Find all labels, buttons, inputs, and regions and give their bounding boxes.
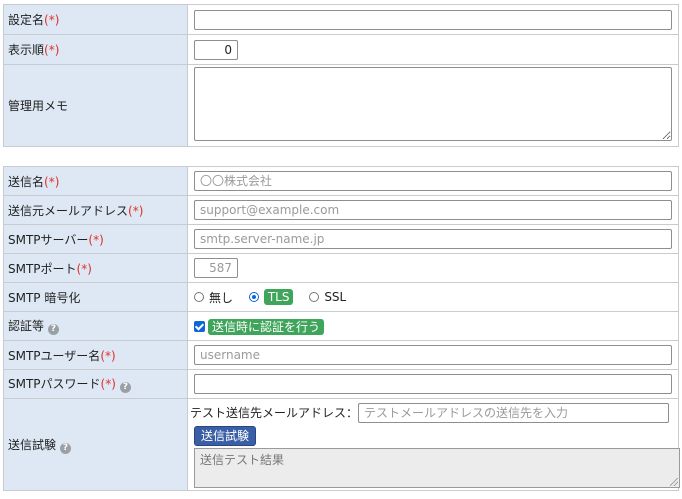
question-circle-icon[interactable]: ? [60,442,72,454]
required-mark: (*) [44,174,60,189]
encryption-option-none[interactable]: 無し [194,289,233,306]
setting-name-cell [187,4,679,35]
encryption-option-ssl[interactable]: SSL [309,290,346,304]
sender-address-label-cell: 送信元メールアドレス(*) [3,195,188,225]
checkbox-checked-icon[interactable] [194,320,205,332]
smtp-port-label: SMTPポート [8,261,77,276]
encryption-option-ssl-label: SSL [324,290,347,304]
memo-row: 管理用メモ [3,64,679,147]
auth-row: 認証等? 送信時に認証を行う [3,311,679,341]
radio-unselected-icon[interactable] [309,292,320,302]
smtp-port-label-cell: SMTPポート(*) [3,253,188,283]
required-mark: (*) [100,377,116,391]
encryption-option-tls[interactable]: TLS [248,289,294,305]
smtp-user-row: SMTPユーザー名(*) [3,340,679,370]
encryption-label: SMTP 暗号化 [8,290,81,305]
setting-name-label: 設定名 [8,13,45,27]
memo-label: 管理用メモ [8,99,69,113]
smtp-server-row: SMTPサーバー(*) [3,224,679,254]
required-mark: (*) [100,348,116,363]
smtp-user-label: SMTPユーザー名 [8,348,101,363]
memo-cell [187,64,679,147]
setting-name-input[interactable] [194,9,672,30]
required-mark: (*) [128,203,144,218]
order-input[interactable] [194,39,238,60]
smtp-user-cell [187,340,679,370]
sender-name-label: 送信名 [8,174,45,189]
smtp-password-label-cell: SMTPパスワード(*)? [3,369,188,399]
encryption-label-cell: SMTP 暗号化 [3,282,188,312]
smtp-user-label-cell: SMTPユーザー名(*) [3,340,188,370]
question-circle-icon[interactable]: ? [119,382,131,393]
auth-label: 認証等 [8,319,45,333]
smtp-password-cell [187,369,679,399]
smtp-user-input[interactable] [194,345,672,365]
smtp-server-input[interactable] [194,229,672,249]
sender-address-cell [187,195,679,225]
sender-address-label: 送信元メールアドレス [8,203,129,218]
send-test-row: 送信試験? テスト送信先メールアドレス： 送信試験 送信テスト結果 [3,398,680,491]
sender-address-input[interactable] [194,200,672,220]
test-address-line: テスト送信先メールアドレス： [190,402,678,424]
basic-settings-table: 設定名(*) 表示順(*) 管理用メモ [3,4,679,147]
sender-name-row: 送信名(*) [3,166,679,196]
setting-name-row: 設定名(*) [3,4,679,35]
required-mark: (*) [44,43,60,57]
encryption-option-none-label: 無し [209,290,234,305]
smtp-port-row: SMTPポート(*) [3,253,679,283]
sender-name-input[interactable] [194,171,672,191]
order-row: 表示順(*) [3,34,679,65]
send-test-label-cell: 送信試験? [3,398,188,491]
send-test-label: 送信試験 [8,437,57,452]
test-address-input[interactable] [358,402,670,423]
smtp-password-label: SMTPパスワード [8,377,101,391]
smtp-port-cell [187,253,679,283]
encryption-row: SMTP 暗号化 無し TLS SSL [3,282,679,312]
test-result-box[interactable]: 送信テスト結果 [194,447,680,488]
radio-selected-icon[interactable] [248,292,259,302]
send-test-button-wrap: 送信試験 [194,425,678,446]
test-address-label: テスト送信先メールアドレス： [190,406,359,420]
sender-address-row: 送信元メールアドレス(*) [3,195,679,225]
memo-label-cell: 管理用メモ [3,64,188,147]
required-mark: (*) [88,232,104,247]
smtp-port-input[interactable] [194,258,238,278]
send-test-button[interactable]: 送信試験 [194,425,257,446]
smtp-password-row: SMTPパスワード(*)? [3,369,679,399]
smtp-server-cell [187,224,679,254]
memo-textarea[interactable] [194,67,672,141]
required-mark: (*) [44,13,60,27]
resize-grip-icon[interactable] [670,477,678,486]
order-label: 表示順 [8,43,45,57]
smtp-server-label: SMTPサーバー [8,232,89,247]
auth-checkbox-label[interactable]: 送信時に認証を行う [208,318,325,335]
smtp-password-input[interactable] [194,374,672,394]
setting-name-label-cell: 設定名(*) [3,4,188,35]
test-result-placeholder: 送信テスト結果 [200,452,285,467]
auth-cell: 送信時に認証を行う [187,311,679,341]
smtp-server-label-cell: SMTPサーバー(*) [3,224,188,254]
send-test-cell: テスト送信先メールアドレス： 送信試験 送信テスト結果 [187,398,680,491]
question-circle-icon[interactable]: ? [48,324,60,335]
order-label-cell: 表示順(*) [3,34,188,65]
encryption-cell: 無し TLS SSL [187,282,679,312]
auth-label-cell: 認証等? [3,311,188,341]
radio-unselected-icon[interactable] [194,292,204,302]
sender-name-label-cell: 送信名(*) [3,166,188,196]
smtp-settings-table: 送信名(*) 送信元メールアドレス(*) SMTPサーバー(*) SMTPポート… [3,166,680,491]
encryption-option-tls-label: TLS [263,289,294,305]
order-cell [187,34,679,65]
required-mark: (*) [76,261,92,276]
sender-name-cell [187,166,679,196]
